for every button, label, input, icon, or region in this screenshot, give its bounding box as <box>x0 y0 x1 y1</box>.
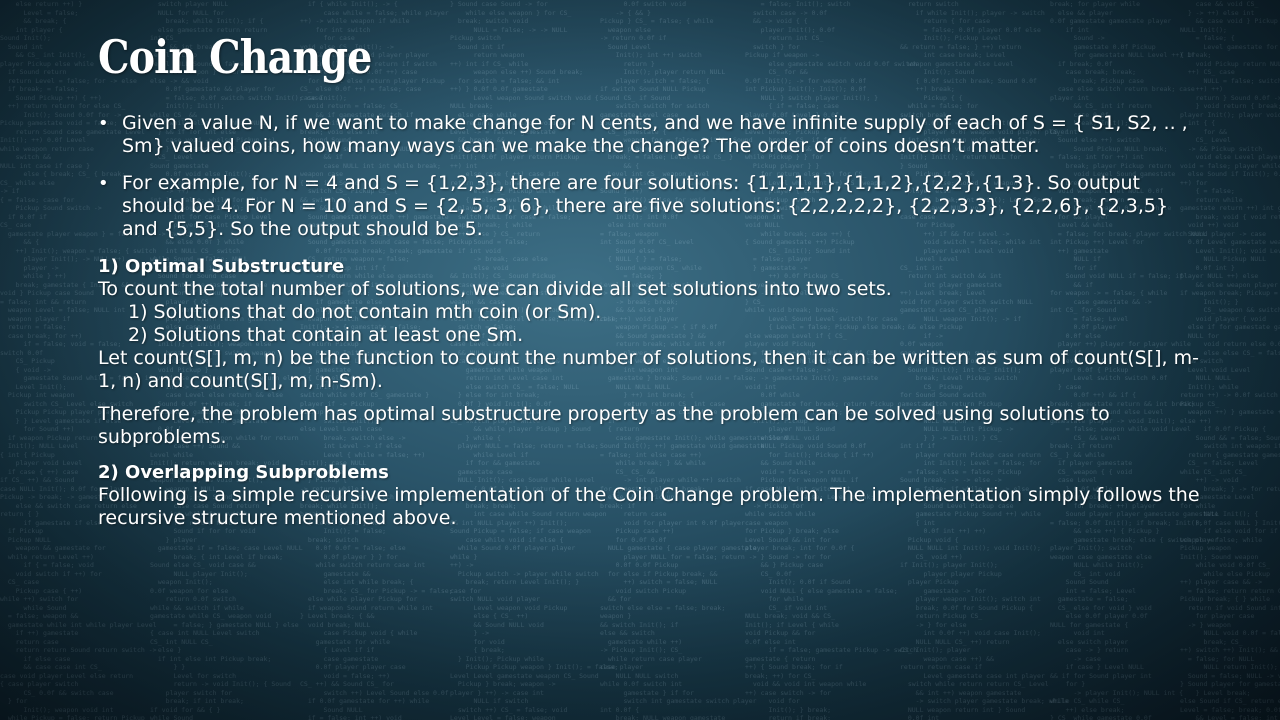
section-paragraph: Therefore, the problem has optimal subst… <box>98 403 1110 448</box>
bullet-text: For example, for N = 4 and S = {1,2,3}, … <box>122 172 1169 240</box>
bullet-item: • Given a value N, if we want to make ch… <box>98 112 1208 158</box>
bullet-text: Given a value N, if we want to make chan… <box>122 112 1188 157</box>
slide-title: Coin Change <box>98 30 372 84</box>
slide: Coin Change • Given a value N, if we wan… <box>0 0 1280 720</box>
slide-content: • Given a value N, if we want to make ch… <box>98 112 1208 530</box>
section-heading-optimal-substructure: 1) Optimal Substructure <box>98 256 345 277</box>
section-intro: To count the total number of solutions, … <box>98 278 892 300</box>
section-heading-overlapping-subproblems: 2) Overlapping Subproblems <box>98 462 389 483</box>
list-item: 2) Solutions that contain at least one S… <box>128 324 524 346</box>
section-paragraph: Following is a simple recursive implemen… <box>98 484 1200 529</box>
bullet-icon: • <box>98 173 109 194</box>
bullet-icon: • <box>98 113 109 134</box>
list-item: 1) Solutions that do not contain mth coi… <box>128 301 602 323</box>
bullet-item: • For example, for N = 4 and S = {1,2,3}… <box>98 172 1208 241</box>
section-paragraph: Let count(S[], m, n) be the function to … <box>98 347 1199 392</box>
